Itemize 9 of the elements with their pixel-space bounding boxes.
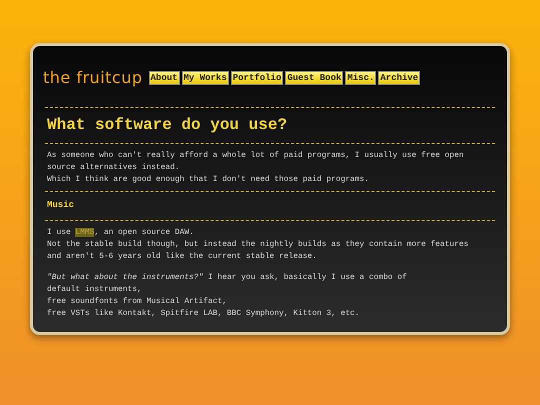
nav-button[interactable]: Archive <box>378 70 420 84</box>
nav-button[interactable]: Guest Book <box>285 70 344 84</box>
nav-button[interactable]: Misc. <box>345 70 376 84</box>
site-logo[interactable]: the fruitcup <box>43 68 143 87</box>
nav-button[interactable]: My Works <box>182 70 229 84</box>
nav-button[interactable]: Portfolio <box>230 70 284 84</box>
section-heading: Music <box>47 200 76 210</box>
page-title: What software do you use? <box>47 116 288 134</box>
nav-button[interactable]: About <box>148 70 180 84</box>
